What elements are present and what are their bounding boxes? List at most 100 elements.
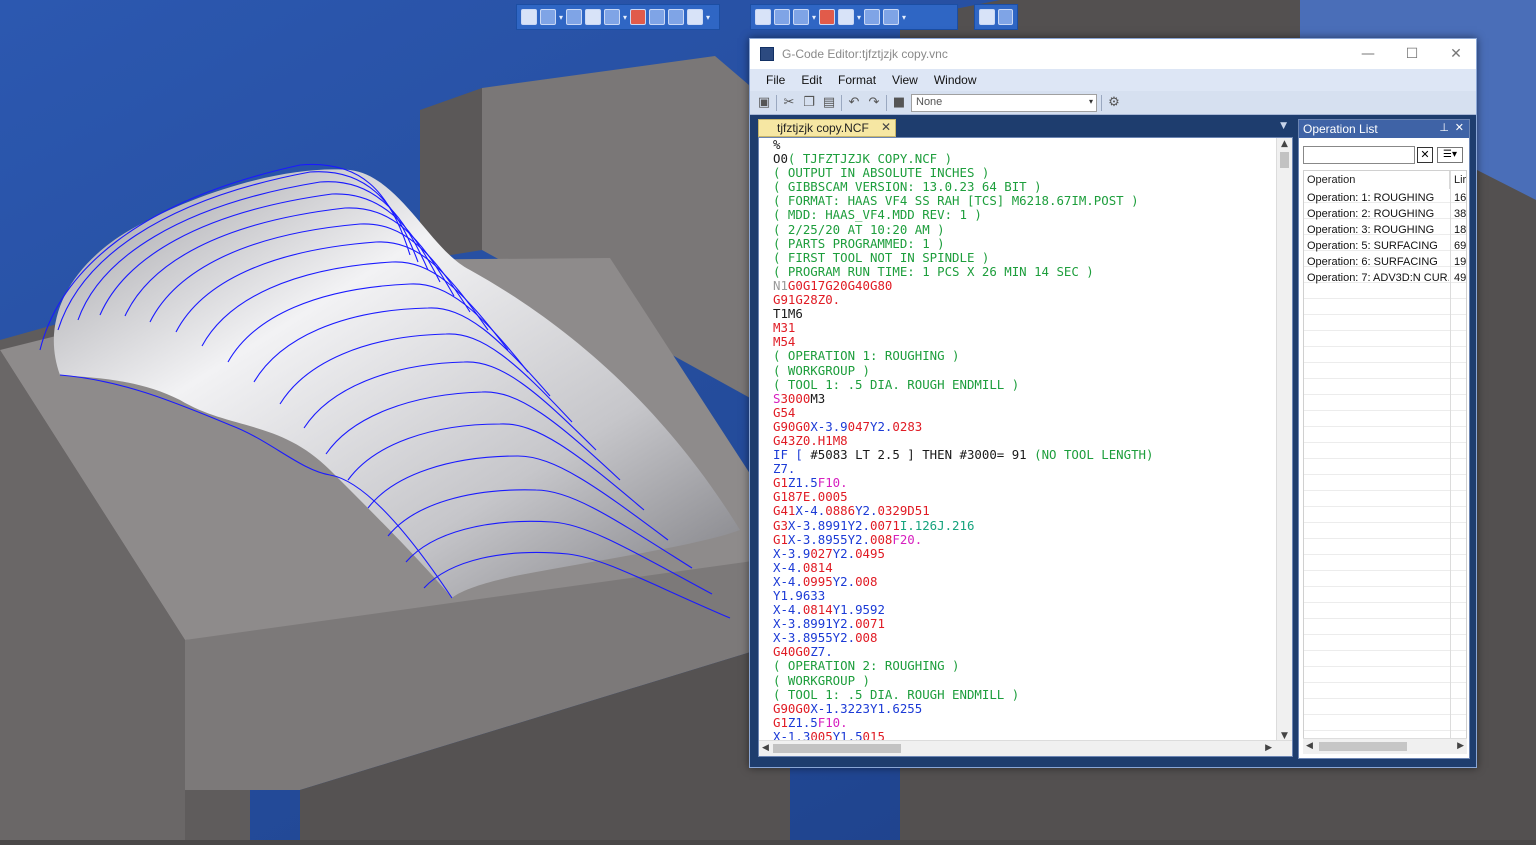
menu-edit[interactable]: Edit bbox=[793, 73, 830, 87]
color-box-icon[interactable]: ■ bbox=[891, 95, 907, 111]
scroll-right-icon[interactable]: ▶ bbox=[1457, 741, 1464, 751]
axis-icon[interactable] bbox=[649, 9, 666, 25]
operation-search-input[interactable] bbox=[1303, 146, 1415, 164]
scroll-left-icon[interactable]: ◀ bbox=[762, 743, 769, 753]
table-row[interactable]: Operation: 1: ROUGHING 16 bbox=[1304, 191, 1466, 207]
table-row[interactable]: Operation: 6: SURFACING 19 bbox=[1304, 255, 1466, 271]
tab-file[interactable]: tjfztjzjk copy.NCF ✕ bbox=[758, 119, 896, 137]
code-line[interactable]: ( GIBBSCAM VERSION: 13.0.23 64 BIT ) bbox=[773, 180, 1273, 194]
layer-icon[interactable] bbox=[668, 9, 685, 25]
chevron-down-icon[interactable]: ▾ bbox=[623, 13, 627, 22]
code-text[interactable]: % O0( TJFZTJZJK COPY.NCF )( OUTPUT IN ABS… bbox=[773, 138, 1273, 744]
table-row[interactable]: Operation: 2: ROUGHING 38 bbox=[1304, 207, 1466, 223]
pin-icon[interactable]: ⊥ bbox=[1439, 121, 1449, 134]
menu-file[interactable]: File bbox=[758, 73, 793, 87]
paste-icon[interactable]: ▤ bbox=[821, 95, 837, 111]
view-icon[interactable] bbox=[540, 9, 556, 25]
vertical-scroll-thumb[interactable] bbox=[1280, 152, 1289, 168]
code-line[interactable]: ( FORMAT: HAAS VF4 SS RAH [TCS] M6218.67… bbox=[773, 194, 1273, 208]
code-line[interactable]: G1Z1.5F10. bbox=[773, 476, 1273, 490]
code-line[interactable]: G54 bbox=[773, 405, 1273, 420]
code-line[interactable]: S3000M3 bbox=[773, 391, 1273, 406]
copy-icon[interactable]: ❐ bbox=[801, 95, 817, 111]
table-row[interactable]: Operation: 3: ROUGHING 18 bbox=[1304, 223, 1466, 239]
code-line[interactable]: Y1.9633 bbox=[773, 588, 1273, 603]
save-icon[interactable] bbox=[793, 9, 809, 25]
code-line[interactable]: ( 2/25/20 AT 10:20 AM ) bbox=[773, 222, 1273, 237]
select-icon[interactable] bbox=[521, 9, 537, 25]
color-icon[interactable] bbox=[630, 9, 647, 25]
scroll-right-icon[interactable]: ▶ bbox=[1265, 743, 1272, 753]
redo-icon[interactable]: ↷ bbox=[866, 95, 882, 111]
maximize-icon[interactable]: ☐ bbox=[1390, 39, 1434, 69]
menu-view[interactable]: View bbox=[884, 73, 926, 87]
code-line[interactable]: X-3.9027Y2.0495 bbox=[773, 546, 1273, 561]
scroll-up-icon[interactable]: ▲ bbox=[1281, 139, 1288, 149]
code-line[interactable]: G90G0X-3.9047Y2.0283 bbox=[773, 419, 1273, 434]
part-icon[interactable] bbox=[774, 9, 790, 25]
code-line[interactable]: G90G0X-1.3223Y1.6255 bbox=[773, 701, 1273, 716]
chevron-down-icon[interactable]: ▾ bbox=[559, 13, 563, 22]
menu-window[interactable]: Window bbox=[926, 73, 985, 87]
code-line[interactable]: G40G0Z7. bbox=[773, 645, 1273, 659]
menu-format[interactable]: Format bbox=[830, 73, 884, 87]
close-icon[interactable]: ✕ bbox=[1455, 121, 1464, 134]
save-icon[interactable]: ▣ bbox=[756, 95, 772, 111]
code-line[interactable]: ( TOOL 1: .5 DIA. ROUGH ENDMILL ) bbox=[773, 687, 1273, 702]
code-line[interactable]: ( MDD: HAAS_VF4.MDD REV: 1 ) bbox=[773, 208, 1273, 222]
code-line[interactable]: G1Z1.5F10. bbox=[773, 715, 1273, 730]
code-editor[interactable]: % O0( TJFZTJZJK COPY.NCF )( OUTPUT IN ABS… bbox=[758, 137, 1293, 757]
chevron-down-icon[interactable]: ▾ bbox=[902, 13, 906, 22]
code-line[interactable]: ( OUTPUT IN ABSOLUTE INCHES ) bbox=[773, 166, 1273, 180]
code-line[interactable]: X-4.0814Y1.9592 bbox=[773, 603, 1273, 617]
code-line[interactable]: M54 bbox=[773, 335, 1273, 349]
code-line[interactable]: IF [ #5083 LT 2.5 ] THEN #3000= 91 (NO T… bbox=[773, 448, 1273, 462]
palette-icon[interactable] bbox=[838, 9, 855, 25]
horizontal-scrollbar[interactable]: ◀ ▶ bbox=[759, 740, 1292, 756]
table-row[interactable]: Operation: 5: SURFACING 69 bbox=[1304, 239, 1466, 255]
close-icon[interactable]: ✕ bbox=[1434, 39, 1478, 69]
code-line[interactable]: ( OPERATION 1: ROUGHING ) bbox=[773, 349, 1273, 363]
grid-icon[interactable] bbox=[687, 9, 704, 25]
code-line[interactable]: X-4.0814 bbox=[773, 560, 1273, 575]
column-header-operation[interactable]: Operation bbox=[1304, 171, 1450, 189]
minimize-icon[interactable]: — bbox=[1346, 39, 1390, 69]
vertical-scrollbar[interactable]: ▲ ▼ bbox=[1276, 138, 1292, 742]
code-line[interactable]: X-4.0995Y2.008 bbox=[773, 574, 1273, 589]
chevron-down-icon[interactable]: ▾ bbox=[706, 13, 710, 22]
format-select[interactable]: None ▾ bbox=[911, 93, 1097, 112]
code-line[interactable]: G187E.0005 bbox=[773, 490, 1273, 504]
window-titlebar[interactable]: G-Code Editor:tjfztjzjk copy.vnc — ☐ ✕ bbox=[750, 39, 1476, 69]
code-line[interactable]: ( TOOL 1: .5 DIA. ROUGH ENDMILL ) bbox=[773, 377, 1273, 392]
code-line[interactable]: T1M6 bbox=[773, 307, 1273, 321]
gear-icon[interactable]: ⚙ bbox=[1106, 95, 1122, 111]
code-line[interactable]: M31 bbox=[773, 321, 1273, 335]
code-line[interactable]: X-3.8991Y2.0071 bbox=[773, 617, 1273, 631]
code-line[interactable]: ( OPERATION 2: ROUGHING ) bbox=[773, 659, 1273, 673]
chevron-down-icon[interactable]: ▾ bbox=[857, 13, 861, 22]
code-line[interactable]: G41X-4.0886Y2.0329D51 bbox=[773, 504, 1273, 518]
zoom-icon[interactable] bbox=[979, 9, 995, 25]
code-line[interactable]: ( FIRST TOOL NOT IN SPINDLE ) bbox=[773, 250, 1273, 265]
code-line[interactable]: N1G0G17G20G40G80 bbox=[773, 278, 1273, 293]
chevron-down-icon[interactable]: ▼ bbox=[1280, 121, 1287, 131]
layout-icon[interactable] bbox=[819, 9, 836, 25]
column-header-lines[interactable]: Lir bbox=[1451, 171, 1466, 189]
code-line[interactable]: G43Z0.H1M8 bbox=[773, 433, 1273, 448]
code-line[interactable]: G91G28Z0. bbox=[773, 292, 1273, 307]
scroll-left-icon[interactable]: ◀ bbox=[1306, 741, 1313, 751]
horizontal-scroll-thumb[interactable] bbox=[773, 744, 901, 753]
undo-icon[interactable]: ↶ bbox=[846, 95, 862, 111]
list-options-icon[interactable]: ☰▾ bbox=[1437, 147, 1463, 163]
cut-icon[interactable]: ✂ bbox=[781, 95, 797, 111]
code-line[interactable]: G1X-3.8955Y2.008F20. bbox=[773, 532, 1273, 547]
close-icon[interactable]: ✕ bbox=[881, 120, 891, 134]
wireframe-icon[interactable] bbox=[585, 9, 602, 25]
code-line[interactable]: % bbox=[773, 138, 1273, 152]
horizontal-scroll-thumb[interactable] bbox=[1319, 742, 1407, 751]
help-icon[interactable] bbox=[997, 9, 1013, 25]
chevron-down-icon[interactable]: ▾ bbox=[812, 13, 816, 22]
operation-list-scrollbar[interactable]: ◀ ▶ bbox=[1303, 738, 1467, 754]
code-line[interactable]: ( PROGRAM RUN TIME: 1 PCS X 26 MIN 14 SE… bbox=[773, 264, 1273, 279]
sphere-icon[interactable] bbox=[864, 9, 881, 25]
